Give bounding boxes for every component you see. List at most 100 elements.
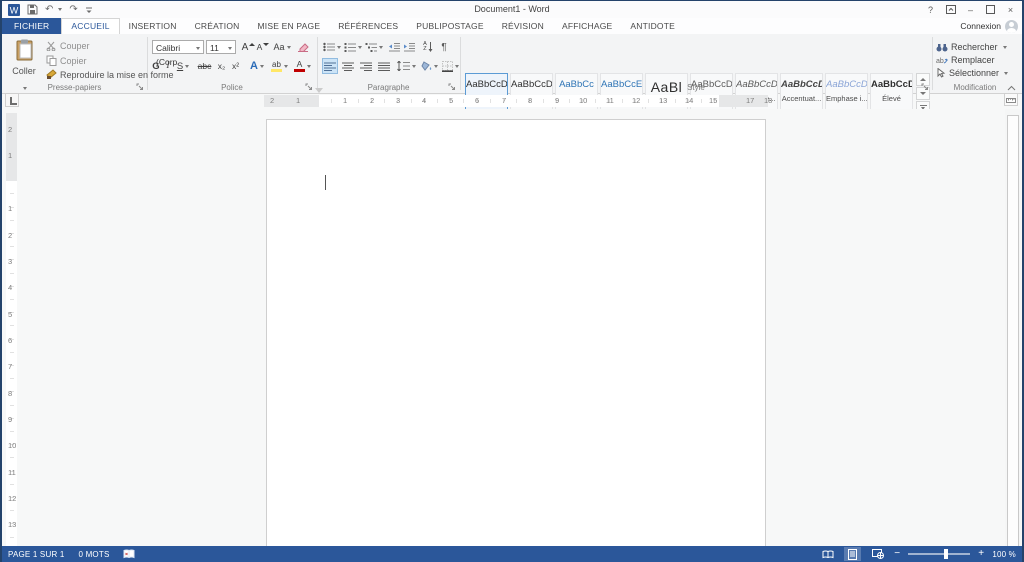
align-center-button[interactable] bbox=[340, 58, 356, 74]
ribbon-display-icon bbox=[945, 5, 956, 14]
cut-button[interactable]: Couper bbox=[46, 41, 90, 51]
ruler-toggle-button[interactable] bbox=[1004, 93, 1018, 106]
zoom-in-button[interactable]: + bbox=[978, 546, 984, 562]
strikethrough-button[interactable]: abc bbox=[196, 58, 213, 74]
superscript-button[interactable]: x² bbox=[229, 58, 242, 74]
help-button[interactable]: ? bbox=[922, 2, 939, 17]
clear-formatting-button[interactable] bbox=[296, 40, 310, 54]
copy-button[interactable]: Copier bbox=[46, 55, 87, 66]
tab-antidote[interactable]: ANTIDOTE bbox=[621, 18, 684, 34]
tab-accueil[interactable]: ACCUEIL bbox=[61, 18, 120, 34]
close-button[interactable]: × bbox=[1002, 2, 1019, 17]
bullets-icon bbox=[322, 42, 335, 52]
ruler-number: 8 bbox=[528, 96, 533, 105]
font-size-dropdown-icon bbox=[228, 47, 232, 50]
text-effects-button[interactable]: A bbox=[248, 58, 266, 74]
change-case-button[interactable]: Aa bbox=[273, 40, 291, 54]
account-area[interactable]: Connexion bbox=[960, 18, 1018, 34]
ruler-number: 13 bbox=[8, 520, 17, 529]
replace-label: Remplacer bbox=[951, 55, 995, 65]
styles-dialog-launcher-icon[interactable] bbox=[921, 83, 929, 91]
underline-icon: S bbox=[176, 60, 184, 72]
collapse-ribbon-button[interactable] bbox=[1007, 85, 1016, 91]
document-page[interactable] bbox=[266, 119, 766, 546]
word-count[interactable]: 0 MOTS bbox=[79, 550, 110, 559]
tab-creation[interactable]: CRÉATION bbox=[186, 18, 249, 34]
bullets-button[interactable] bbox=[322, 40, 341, 54]
tab-affichage[interactable]: AFFICHAGE bbox=[553, 18, 621, 34]
numbering-button[interactable] bbox=[343, 40, 362, 54]
font-color-button[interactable]: A bbox=[293, 58, 312, 74]
font-dialog-launcher-icon[interactable] bbox=[305, 83, 313, 91]
clipboard-dialog-launcher-icon[interactable] bbox=[136, 83, 144, 91]
line-spacing-button[interactable] bbox=[396, 58, 416, 74]
cut-label: Couper bbox=[60, 41, 90, 51]
show-paragraph-marks-button[interactable]: ¶ bbox=[438, 40, 450, 54]
ruler-number: 12 bbox=[8, 494, 17, 503]
zoom-slider[interactable] bbox=[908, 549, 971, 559]
replace-button[interactable]: ab Remplacer bbox=[936, 54, 995, 66]
numbering-icon bbox=[344, 43, 356, 52]
paragraph-dialog-launcher-icon[interactable] bbox=[448, 83, 456, 91]
minimize-button[interactable]: – bbox=[962, 2, 979, 17]
user-avatar-icon[interactable] bbox=[1005, 19, 1018, 33]
zoom-out-button[interactable]: − bbox=[894, 546, 900, 562]
page-indicator[interactable]: PAGE 1 SUR 1 bbox=[8, 550, 65, 559]
web-layout-button[interactable] bbox=[869, 547, 886, 561]
decrease-indent-button[interactable] bbox=[387, 40, 401, 54]
highlight-dropdown-icon bbox=[284, 64, 288, 68]
increase-indent-button[interactable] bbox=[402, 40, 416, 54]
tab-mise-en-page[interactable]: MISE EN PAGE bbox=[248, 18, 329, 34]
sort-button[interactable]: AZ bbox=[420, 40, 436, 54]
vertical-ruler[interactable]: 2 1 1 2 3 4 5 6 7 8 9 10 11 12 13 bbox=[6, 113, 17, 547]
maximize-button[interactable] bbox=[982, 2, 999, 17]
tab-publipostage[interactable]: PUBLIPOSTAGE bbox=[407, 18, 492, 34]
pilcrow-icon: ¶ bbox=[441, 41, 447, 53]
tab-stop-selector[interactable] bbox=[5, 93, 19, 107]
underline-button[interactable]: S bbox=[174, 58, 192, 74]
status-left: PAGE 1 SUR 1 0 MOTS bbox=[2, 549, 135, 559]
scrollbar-thumb[interactable] bbox=[1007, 115, 1019, 554]
italic-button[interactable]: I bbox=[163, 58, 173, 74]
align-left-button[interactable] bbox=[322, 58, 338, 74]
grow-font-button[interactable]: A bbox=[242, 40, 256, 54]
shading-button[interactable] bbox=[420, 58, 439, 74]
font-size-combo[interactable]: 11 bbox=[206, 40, 236, 54]
ruler-toggle-icon bbox=[1006, 97, 1016, 103]
proofing-status-button[interactable] bbox=[123, 549, 135, 559]
ruler-number: 3 bbox=[396, 96, 401, 105]
highlight-button[interactable]: ab bbox=[269, 58, 290, 74]
font-name-combo[interactable]: Calibri (Corp bbox=[152, 40, 204, 67]
scissors-icon bbox=[46, 41, 56, 51]
find-button[interactable]: Rechercher bbox=[936, 41, 1007, 53]
status-bar: PAGE 1 SUR 1 0 MOTS − + 100 % bbox=[2, 546, 1022, 562]
tab-revision[interactable]: RÉVISION bbox=[493, 18, 553, 34]
zoom-level[interactable]: 100 % bbox=[992, 550, 1016, 559]
multilevel-list-icon bbox=[365, 43, 377, 52]
align-right-button[interactable] bbox=[358, 58, 374, 74]
shrink-font-icon: A bbox=[256, 42, 263, 52]
zoom-slider-thumb[interactable] bbox=[944, 549, 949, 559]
multilevel-list-button[interactable] bbox=[364, 40, 383, 54]
tab-insertion[interactable]: INSERTION bbox=[120, 18, 186, 34]
document-workspace[interactable] bbox=[2, 109, 1022, 546]
select-button[interactable]: Sélectionner bbox=[936, 67, 1009, 79]
subscript-button[interactable]: x₂ bbox=[215, 58, 228, 74]
horizontal-ruler[interactable]: 2 1 1 2 3 4 5 6 7 8 9 10 11 12 13 14 15 … bbox=[264, 88, 772, 123]
change-case-dropdown-icon bbox=[286, 45, 291, 49]
vertical-scrollbar[interactable] bbox=[1005, 109, 1021, 562]
justify-button[interactable] bbox=[376, 58, 392, 74]
svg-text:ab: ab bbox=[936, 58, 944, 65]
tab-fichier[interactable]: FICHIER bbox=[2, 18, 62, 34]
borders-button[interactable] bbox=[441, 58, 460, 74]
read-mode-button[interactable] bbox=[819, 547, 836, 561]
shrink-font-button[interactable]: A bbox=[256, 40, 270, 54]
bold-button[interactable]: G bbox=[150, 58, 162, 74]
ribbon-display-options-button[interactable] bbox=[942, 2, 959, 17]
sign-in-label[interactable]: Connexion bbox=[960, 21, 1001, 31]
shading-icon bbox=[421, 61, 432, 71]
justify-icon bbox=[378, 62, 390, 71]
tab-references[interactable]: RÉFÉRENCES bbox=[329, 18, 407, 34]
ruler-number: 7 bbox=[8, 362, 13, 371]
print-layout-button[interactable] bbox=[844, 547, 862, 561]
